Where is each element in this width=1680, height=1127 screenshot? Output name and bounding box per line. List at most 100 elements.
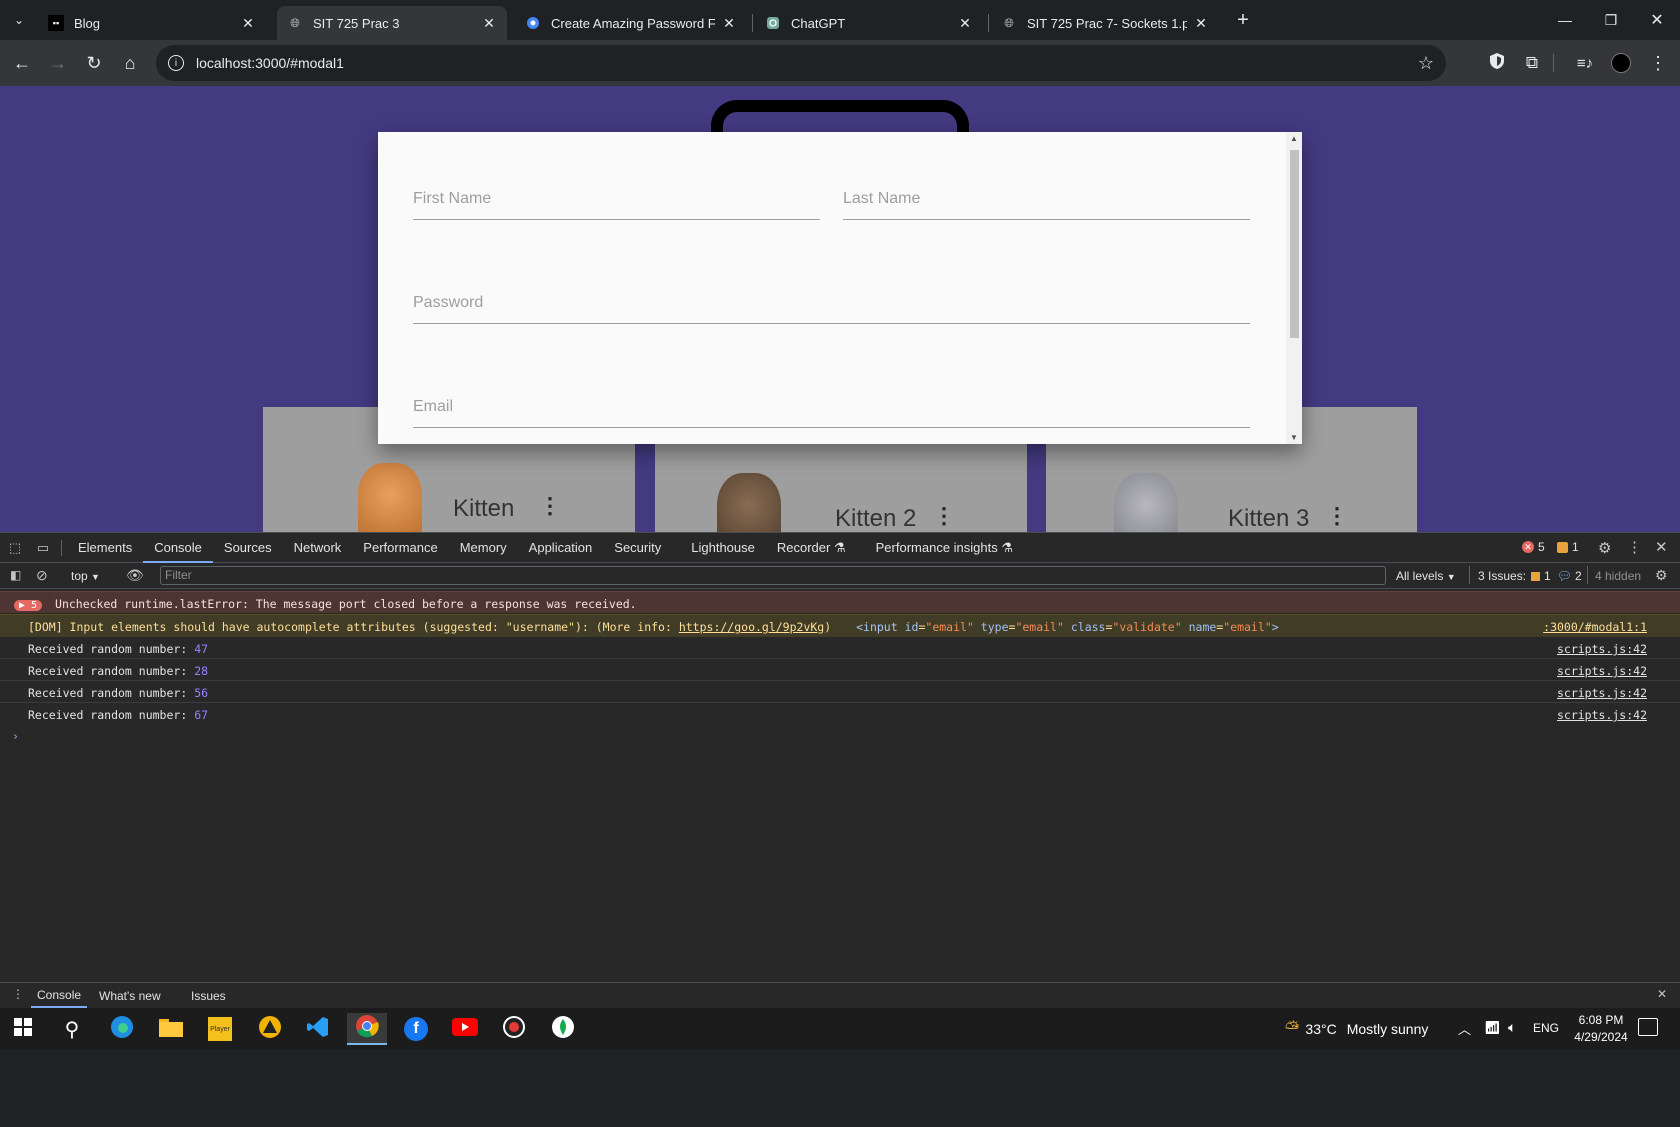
source-link[interactable]: scripts.js:42 — [1557, 664, 1647, 678]
input-element-snippet[interactable]: <input id="email" type="email" class="va… — [856, 620, 1279, 634]
modal-scrollbar[interactable]: ▲ ▼ — [1286, 132, 1302, 444]
drawer-tab-issues[interactable]: Issues — [191, 989, 226, 1003]
log-levels-dropdown[interactable]: All levels ▼ — [1396, 569, 1456, 583]
more-vertical-icon[interactable]: ⋮ — [539, 493, 561, 519]
devtools-tab-sources[interactable]: Sources — [213, 533, 283, 563]
back-button[interactable]: ← — [7, 48, 37, 78]
error-counter[interactable]: ✕ 5 — [1522, 540, 1545, 554]
devtools-tab-lighthouse[interactable]: Lighthouse — [680, 533, 766, 563]
warning-link[interactable]: https://goo.gl/9p2vKg — [679, 620, 824, 634]
password-field[interactable]: Password — [413, 284, 1250, 324]
last-name-field[interactable]: Last Name — [843, 180, 1250, 220]
extension-shield-button[interactable] — [1482, 48, 1512, 78]
issues-counter[interactable]: 3 Issues: 1 💬︎ 2 — [1478, 569, 1582, 583]
hidden-count: 4 hidden — [1595, 569, 1642, 583]
restore-button[interactable]: ❐ — [1596, 5, 1626, 35]
devtools-tab-application[interactable]: Application — [518, 533, 604, 563]
search-button[interactable]: ⚲ — [52, 1013, 92, 1045]
source-link[interactable]: scripts.js:42 — [1557, 708, 1647, 722]
eye-icon[interactable]: 👁︎ — [126, 567, 144, 584]
close-icon[interactable]: ✕ — [481, 15, 497, 32]
devtools-tab-security[interactable]: Security — [603, 533, 672, 563]
home-button[interactable]: ⌂ — [115, 48, 145, 78]
more-vertical-icon[interactable]: ⋮ — [1627, 538, 1642, 556]
device-toolbar-icon[interactable]: ▭ — [30, 540, 56, 556]
scrollbar-thumb[interactable] — [1290, 150, 1299, 338]
taskbar-facebook[interactable]: f — [396, 1013, 436, 1045]
profile-button[interactable] — [1606, 48, 1636, 78]
tab-sit725-prac3[interactable]: 🌐︎ SIT 725 Prac 3 ✕ — [277, 6, 507, 40]
taskbar-player[interactable]: Player — [200, 1013, 240, 1045]
close-icon[interactable]: ✕ — [721, 15, 737, 32]
taskbar-chrome[interactable] — [347, 1013, 387, 1045]
tab-chatgpt[interactable]: ChatGPT ✕ — [755, 6, 983, 40]
language-indicator[interactable]: ENG — [1533, 1021, 1559, 1035]
context-selector[interactable]: top ▼ — [71, 569, 100, 583]
devtools-tab-elements[interactable]: Elements — [67, 533, 143, 563]
taskbar-edge[interactable] — [102, 1013, 142, 1045]
drawer-tab-console[interactable]: Console — [31, 983, 88, 1008]
window-close-button[interactable]: ✕ — [1642, 5, 1672, 35]
devtools-tab-recorder[interactable]: Recorder ⚗ — [766, 533, 857, 563]
devtools-tab-network[interactable]: Network — [283, 533, 353, 563]
address-bar[interactable]: i localhost:3000/#modal1 ☆ — [156, 45, 1446, 81]
source-link[interactable]: scripts.js:42 — [1557, 642, 1647, 656]
console-prompt[interactable]: › — [0, 727, 1680, 1127]
taskbar-file-explorer[interactable] — [151, 1013, 191, 1045]
close-icon[interactable]: ✕ — [1655, 538, 1668, 556]
close-icon[interactable]: ✕ — [240, 15, 256, 32]
chevron-up-icon[interactable]: ︿ — [1458, 1019, 1471, 1038]
clock[interactable]: 6:08 PM 4/29/2024 — [1570, 1012, 1632, 1046]
scroll-up-icon[interactable]: ▲ — [1290, 134, 1298, 143]
devtools-tab-console[interactable]: Console — [143, 533, 213, 563]
taskbar-recorder[interactable] — [494, 1013, 534, 1045]
email-field[interactable]: Email — [413, 388, 1250, 428]
info-icon[interactable]: i — [168, 55, 184, 71]
devtools-tab-memory[interactable]: Memory — [449, 533, 518, 563]
gear-icon[interactable]: ⚙ — [1655, 567, 1668, 584]
warning-counter[interactable]: 1 — [1557, 540, 1579, 554]
more-vertical-icon[interactable]: ⋮ — [933, 503, 955, 529]
minimize-button[interactable]: — — [1550, 5, 1580, 35]
gear-icon[interactable]: ⚙ — [1598, 539, 1611, 557]
volume-icon[interactable]: 🔈︎ — [1508, 1019, 1516, 1036]
source-link[interactable]: :3000/#modal1:1 — [1543, 620, 1647, 634]
scroll-down-icon[interactable]: ▼ — [1290, 433, 1298, 442]
start-button[interactable] — [3, 1013, 43, 1045]
taskbar-vscode[interactable] — [298, 1013, 338, 1045]
inspect-icon[interactable]: ⬚ — [0, 540, 30, 556]
weather-widget[interactable]: ⛅︎ 33°C Mostly sunny — [1285, 1018, 1428, 1039]
reload-button[interactable]: ↻ — [79, 48, 109, 78]
first-name-field[interactable]: First Name — [413, 180, 820, 220]
clear-console-icon[interactable]: ⊘ — [36, 567, 48, 584]
tab-blog[interactable]: ▪▪ Blog ✕ — [38, 6, 266, 40]
taskbar-youtube[interactable] — [445, 1013, 485, 1045]
taskbar-mongodb-compass[interactable] — [543, 1013, 583, 1045]
url-text[interactable]: localhost:3000/#modal1 — [196, 55, 344, 71]
sidebar-toggle-icon[interactable]: ◧ — [10, 568, 21, 582]
drawer-tab-whats-new[interactable]: What's new — [99, 989, 161, 1003]
tab-password-form[interactable]: Create Amazing Password Form ✕ — [515, 6, 747, 40]
extensions-button[interactable]: ⧉ — [1517, 48, 1547, 78]
tab-sockets-pdf[interactable]: 🌐︎ SIT 725 Prac 7- Sockets 1.pdf ✕ — [991, 6, 1219, 40]
devtools-tab-performance[interactable]: Performance — [352, 533, 448, 563]
close-icon[interactable]: ✕ — [1193, 15, 1209, 32]
browser-menu-button[interactable]: ⋮ — [1643, 48, 1673, 78]
devtools-tab-performance-insights[interactable]: Performance insights ⚗ — [865, 533, 1024, 563]
new-tab-button[interactable]: + — [1228, 5, 1258, 35]
media-button[interactable]: ≡♪ — [1570, 48, 1600, 78]
close-icon[interactable]: ✕ — [1657, 987, 1667, 1001]
notification-icon[interactable] — [1638, 1018, 1658, 1036]
error-badge[interactable]: ▶ 5 — [14, 600, 43, 611]
more-vertical-icon[interactable]: ⋮ — [12, 987, 24, 1001]
forward-button[interactable]: → — [43, 48, 73, 78]
source-link[interactable]: scripts.js:42 — [1557, 686, 1647, 700]
more-vertical-icon[interactable]: ⋮ — [1326, 503, 1348, 529]
taskbar-app-triangle[interactable] — [250, 1013, 290, 1045]
console-filter-input[interactable]: Filter — [160, 566, 1386, 585]
log-value: 56 — [194, 686, 209, 700]
close-icon[interactable]: ✕ — [957, 15, 973, 32]
star-icon[interactable]: ☆ — [1418, 53, 1434, 74]
wifi-icon[interactable]: 📶︎ — [1484, 1020, 1501, 1036]
tab-search-button[interactable]: ⌄ — [4, 5, 34, 35]
